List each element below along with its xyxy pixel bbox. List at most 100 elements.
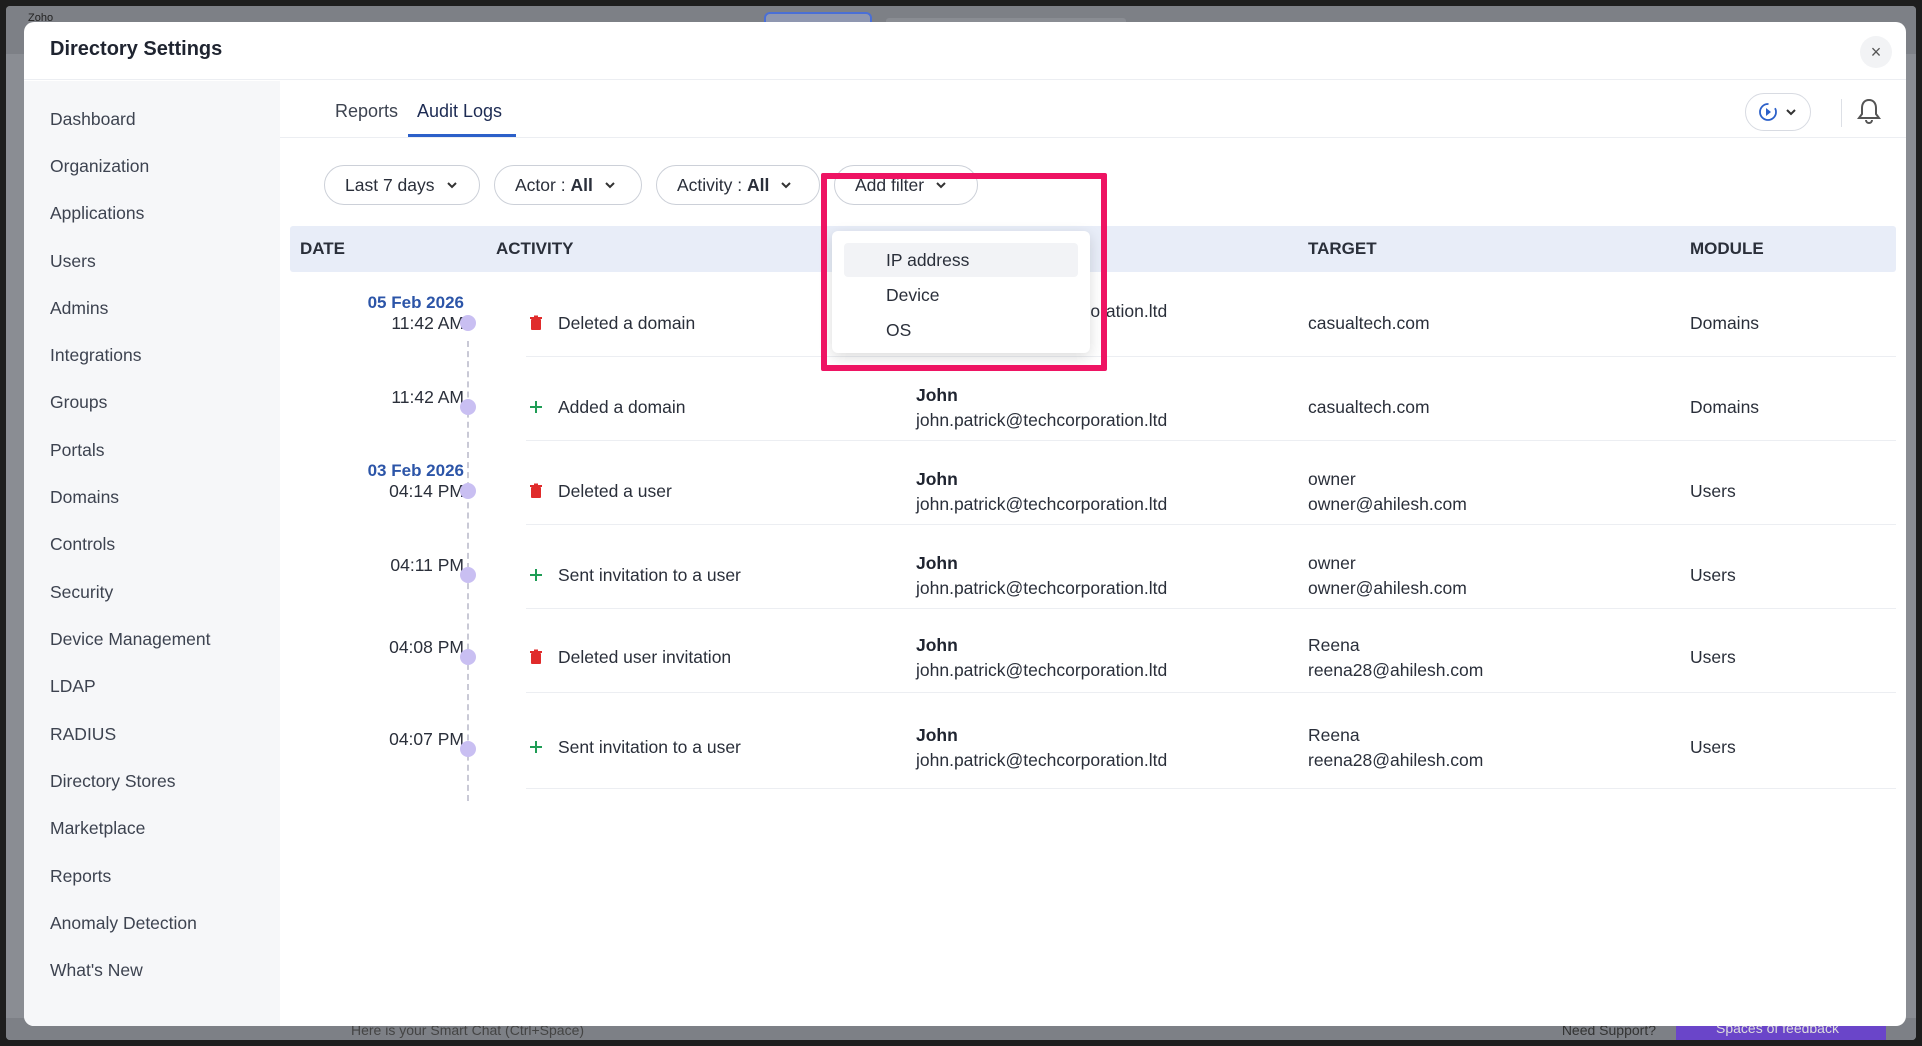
table-row[interactable]: 04:07 PM Sent invitation to a user John … [280,693,1906,789]
activity-filter[interactable]: Activity : All [656,165,820,205]
sidebar-item-anomaly-detection[interactable]: Anomaly Detection [50,913,197,934]
actor-filter[interactable]: Actor : All [494,165,642,205]
notifications-button[interactable] [1856,97,1886,127]
modal-header: Directory Settings × [24,22,1906,80]
sidebar-item-device-management[interactable]: Device Management [50,629,211,650]
sidebar-item-whats-new[interactable]: What's New [50,960,143,981]
row-actor-name: John [916,469,958,489]
timeline-dot [460,399,476,415]
header-divider [1841,99,1842,127]
tab-audit-logs[interactable]: Audit Logs [417,101,502,122]
row-module: Users [1690,647,1736,667]
sidebar-item-security[interactable]: Security [50,582,113,603]
row-actor: John john.patrick@techcorporation.ltd [916,551,1167,601]
row-target-name: owner [1308,553,1356,573]
row-target-value: owner@ahilesh.com [1308,578,1467,598]
row-actor: John john.patrick@techcorporation.ltd [916,633,1167,683]
sidebar-item-integrations[interactable]: Integrations [50,345,141,366]
row-date: 05 Feb 2026 11:42 AM [290,293,464,334]
sidebar-item-dashboard[interactable]: Dashboard [50,109,136,130]
chevron-down-icon [1786,109,1796,116]
activity-filter-value: All [747,174,770,195]
chevron-down-icon [781,182,792,189]
sidebar-item-portals[interactable]: Portals [50,440,104,461]
sidebar-item-groups[interactable]: Groups [50,392,107,413]
activity-filter-prefix: Activity : [677,174,748,195]
row-target: Reena reena28@ahilesh.com [1308,723,1483,773]
sync-dropdown-button[interactable] [1745,93,1811,131]
tab-reports[interactable]: Reports [335,101,398,122]
trash-icon [530,649,542,664]
actor-filter-value: All [570,174,593,195]
sidebar-item-controls[interactable]: Controls [50,534,115,555]
row-actor: John john.patrick@techcorporation.ltd [916,383,1167,433]
row-time: 04:14 PM [389,481,464,501]
row-actor-name: John [916,553,958,573]
actor-filter-label: Actor : All [515,175,593,196]
sidebar-item-ldap[interactable]: LDAP [50,676,96,697]
row-actor-email: john.patrick@techcorporation.ltd [916,660,1168,680]
sidebar-item-directory-stores[interactable]: Directory Stores [50,771,175,792]
row-date: 04:07 PM [290,729,464,750]
row-actor-name: John [916,725,958,745]
sidebar-item-admins[interactable]: Admins [50,298,108,319]
row-module: Domains [1690,397,1760,417]
row-module: Users [1690,565,1736,585]
row-time: 04:07 PM [389,729,464,749]
row-actor: John john.patrick@techcorporation.ltd [916,723,1167,773]
row-target-name: Reena [1308,635,1360,655]
close-button[interactable]: × [1860,36,1892,68]
close-icon: × [1870,41,1882,62]
column-header-target: TARGET [1308,239,1377,258]
period-filter[interactable]: Last 7 days [324,165,480,205]
row-target: owner owner@ahilesh.com [1308,467,1467,517]
sidebar-item-radius[interactable]: RADIUS [50,724,116,745]
row-module: Users [1690,481,1736,501]
plus-icon [530,741,542,753]
row-actor-name: John [916,635,958,655]
sidebar-item-users[interactable]: Users [50,251,96,272]
sidebar-item-domains[interactable]: Domains [50,487,119,508]
sidebar-item-reports[interactable]: Reports [50,866,111,887]
period-filter-label: Last 7 days [345,174,435,195]
sidebar-item-applications[interactable]: Applications [50,203,144,224]
row-date: 11:42 AM [290,387,464,408]
row-activity: Deleted user invitation [558,647,732,667]
row-date: 04:08 PM [290,637,464,658]
actor-filter-prefix: Actor : [515,174,571,195]
table-row[interactable]: 04:08 PM Deleted user invitation John jo… [280,609,1906,693]
row-time: 11:42 AM [391,387,464,407]
sidebar-item-marketplace[interactable]: Marketplace [50,818,145,839]
row-actor-email: john.patrick@techcorporation.ltd [916,410,1168,430]
chevron-down-icon [446,182,457,189]
timeline-dot [460,567,476,583]
row-activity: Sent invitation to a user [558,565,741,585]
timeline-dot [460,315,476,331]
plus-icon [530,569,542,581]
row-activity: Sent invitation to a user [558,737,741,757]
row-time: 11:42 AM [391,313,464,333]
highlight-annotation [821,173,1107,371]
row-date: 04:11 PM [290,555,464,576]
sidebar-item-organization[interactable]: Organization [50,156,149,177]
row-target: Reena reena28@ahilesh.com [1308,633,1483,683]
row-activity: Deleted a user [558,481,672,501]
directory-settings-modal: Directory Settings × Dashboard Organizat… [24,22,1906,1026]
row-module: Domains [1690,313,1760,333]
row-target-value: casualtech.com [1308,397,1430,417]
row-target: casualtech.com [1308,311,1430,336]
row-target-name: owner [1308,469,1356,489]
row-date: 03 Feb 2026 04:14 PM [290,461,464,502]
activity-filter-label: Activity : All [677,175,769,196]
plus-icon [530,401,542,413]
row-actor-email: john.patrick@techcorporation.ltd [916,578,1168,598]
table-row[interactable]: 04:11 PM Sent invitation to a user John … [280,525,1906,609]
timeline-dot [460,649,476,665]
row-target-name: Reena [1308,725,1360,745]
row-target-value: reena28@ahilesh.com [1308,660,1484,680]
table-row[interactable]: 03 Feb 2026 04:14 PM Deleted a user John… [280,441,1906,525]
column-header-activity: ACTIVITY [496,239,574,258]
modal-title: Directory Settings [50,38,223,60]
timeline-dot [460,741,476,757]
row-target-value: casualtech.com [1308,313,1430,333]
